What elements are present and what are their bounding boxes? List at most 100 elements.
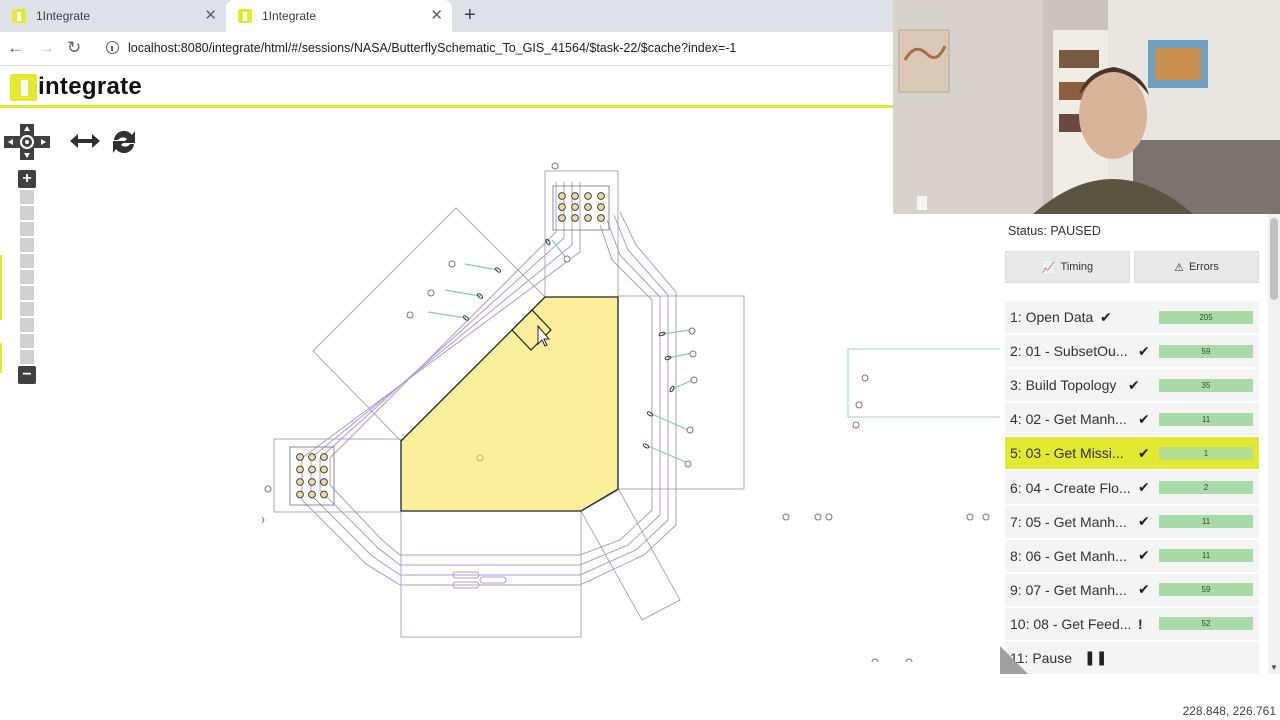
forward-icon[interactable]: → [38,38,55,58]
panel-scrollbar[interactable]: ▼ [1268,214,1280,674]
task-count-bar: 2 [1159,481,1253,495]
new-tab-icon[interactable]: + [464,4,476,27]
webcam-overlay [893,0,1280,214]
close-tab-icon[interactable]: ✕ [204,8,217,23]
browser-tab-strip: 1Integrate ✕ 1Integrate ✕ + [0,0,893,32]
manhole-node [571,192,579,200]
task-count-bar: 59 [1159,583,1253,597]
map-feature-box [400,510,582,638]
task-label: 6: 04 - Create Flo... [1010,479,1131,496]
task-label: 8: 06 - Get Manh... [1010,547,1127,564]
task-count-bar: 205 [1159,310,1253,324]
manhole-node [597,192,605,200]
line-chart-icon: 📈 [1041,261,1056,274]
check-status-icon: ✔ [1128,376,1140,393]
task-label: 1: Open Data [1010,309,1094,326]
task-row[interactable]: 7: 05 - Get Manh... ✔ 11 [1005,505,1259,540]
browser-tab-2[interactable]: 1Integrate ✕ [226,0,452,32]
check-status-icon: ✔ [1138,547,1150,564]
check-status-icon: ✔ [1138,342,1150,359]
manhole-node [320,453,328,461]
manhole-node [296,453,304,461]
manhole-node [558,192,566,200]
selected-polygon [400,296,619,512]
manhole-node [308,465,316,474]
task-row[interactable]: 3: Build Topology ✔ 35 [1005,369,1259,404]
task-row[interactable]: 8: 06 - Get Manh... ✔ 11 [1005,539,1259,574]
close-tab-icon[interactable]: ✕ [430,8,443,23]
manhole-node [584,192,592,200]
manhole-node [571,214,579,222]
pause-status-icon: ❚❚ [1084,649,1108,666]
scroll-down-icon[interactable]: ▼ [1270,663,1278,672]
check-status-icon: ✔ [1138,513,1150,530]
task-row[interactable]: 11: Pause ❚❚ [1005,641,1259,677]
tab-title: 1Integrate [262,9,317,23]
panel-corner-icon[interactable] [1000,646,1028,674]
task-list: 1: Open Data ✔ 205 2: 01 - SubsetOu... ✔ 59 3:… [1005,301,1259,677]
errors-button[interactable]: ⚠ Errors [1134,251,1259,283]
1integrate-favicon-icon [12,9,26,23]
manhole-node [320,490,328,499]
manhole-node [571,203,579,211]
task-count-bar: 35 [1159,378,1253,392]
address-bar[interactable]: localhost:8080/integrate/html/#/sessions… [128,40,736,56]
map-feature-box [847,348,1000,418]
manhole-node [597,214,605,222]
check-status-icon: ✔ [1138,410,1150,427]
process-panel: Status: PAUSED 📈 Timing ⚠ Errors 1: Open… [1000,214,1280,677]
manhole-node [308,490,316,499]
task-count-bar: 1 [1159,446,1253,460]
task-row[interactable]: 5: 03 - Get Missi... ✔ 1 [1005,437,1259,472]
task-count-bar: 59 [1159,344,1253,358]
manhole-node [558,203,566,211]
task-row[interactable]: 1: Open Data ✔ 205 [1005,301,1259,336]
timing-label: Timing [1060,261,1094,273]
task-count-bar: 11 [1159,412,1253,426]
session-status: Status: PAUSED [1008,224,1101,238]
manhole-node [296,478,304,486]
task-label: 10: 08 - Get Feed... [1010,615,1132,632]
check-status-icon: ✔ [1138,581,1150,598]
manhole-node [296,465,304,474]
timing-button[interactable]: 📈 Timing [1005,251,1130,283]
manhole-node [597,203,605,211]
back-icon[interactable]: ← [7,38,24,58]
app-logo: integrate [10,72,142,102]
check-status-icon: ✔ [1100,308,1112,325]
task-row[interactable]: 6: 04 - Create Flo... ✔ 2 [1005,471,1259,506]
logo-text: integrate [38,73,143,100]
site-info-icon[interactable] [106,41,119,54]
tab-title: 1Integrate [36,9,91,23]
manhole-node [584,203,592,211]
task-count-bar: 11 [1159,515,1253,529]
task-row[interactable]: 2: 01 - SubsetOu... ✔ 59 [1005,335,1259,370]
task-row[interactable]: 9: 07 - Get Manh... ✔ 59 [1005,573,1259,608]
manhole-node [320,465,328,474]
task-label: 3: Build Topology [1010,377,1117,394]
map-feature-box [580,489,681,621]
task-label: 9: 07 - Get Manh... [1010,581,1127,598]
task-label: 5: 03 - Get Missi... [1010,445,1124,462]
manhole-node [558,214,566,222]
task-count-bar: 11 [1159,549,1253,563]
task-label: 7: 05 - Get Manh... [1010,513,1127,530]
task-label: 4: 02 - Get Manh... [1010,411,1127,428]
task-label: 2: 01 - SubsetOu... [1010,343,1128,360]
task-row[interactable]: 10: 08 - Get Feed...! 52 [1005,607,1259,642]
manhole-node [584,214,592,222]
1integrate-logo-icon [10,73,37,101]
task-row[interactable]: 4: 02 - Get Manh... ✔ 11 [1005,403,1259,438]
manhole-node [308,453,316,461]
map-canvas[interactable] [0,110,1000,700]
task-count-bar: 52 [1159,617,1253,631]
manhole-node [320,478,328,486]
manhole-node [296,490,304,499]
errors-label: Errors [1188,261,1219,273]
1integrate-favicon-icon [238,9,252,23]
manhole-node [308,478,316,486]
scrollbar-thumb[interactable] [1270,218,1278,300]
reload-icon[interactable]: ↻ [67,38,81,58]
warning-status-icon: ! [1138,615,1143,632]
browser-tab-1[interactable]: 1Integrate ✕ [0,0,226,32]
